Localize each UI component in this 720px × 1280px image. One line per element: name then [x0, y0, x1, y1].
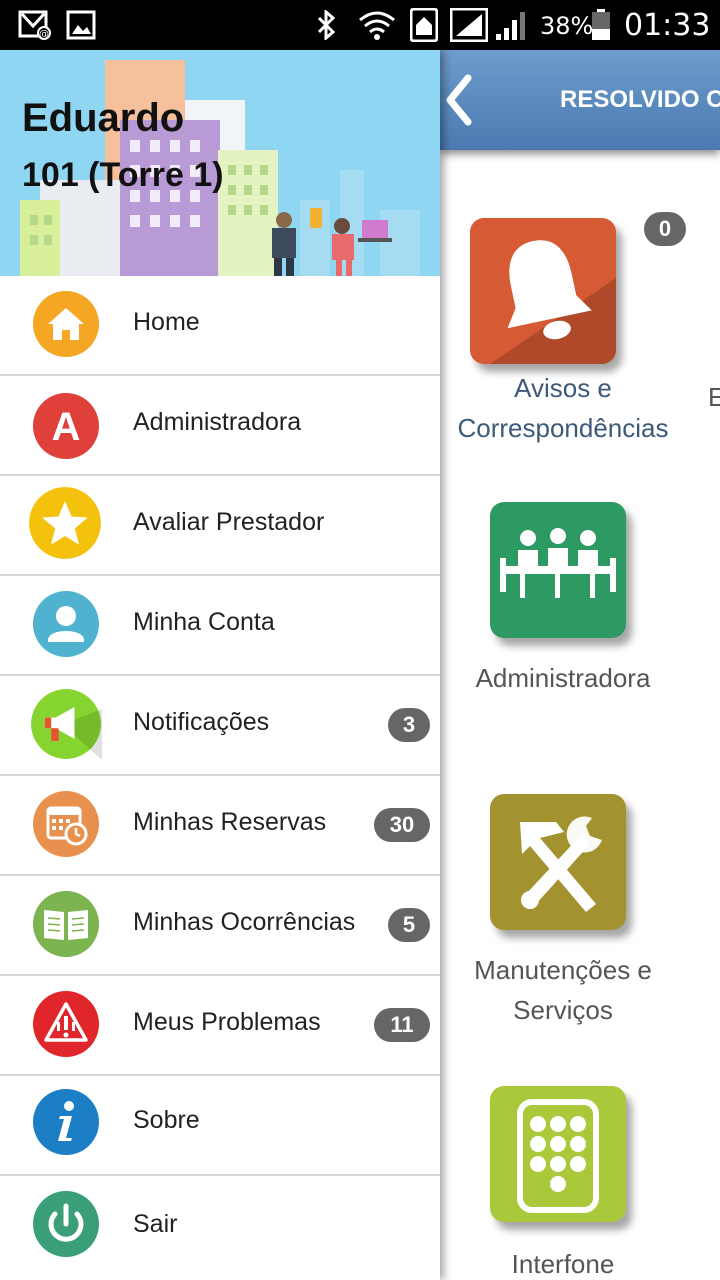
wifi-icon [359, 11, 395, 40]
tile-avisos[interactable]: 0 Avisos e Correspondências [440, 210, 686, 470]
tile-label: Administradora [440, 658, 686, 698]
svg-text:A: A [52, 405, 81, 449]
tile-label-line: Avisos e [514, 373, 612, 403]
menu-item-sobre[interactable]: Sobre [0, 1076, 440, 1176]
tools-icon [490, 794, 626, 930]
main-screen: RESOLVIDO C 0 Avisos e Correspondências … [440, 50, 720, 1280]
menu-item-label: Minhas Ocorrências [133, 908, 356, 936]
letter-a-icon: A [33, 393, 99, 459]
navigation-drawer: Eduardo 101 (Torre 1) Home A Administrad… [0, 50, 440, 1280]
book-icon [33, 891, 99, 957]
tile-label: Interfone [440, 1244, 686, 1280]
menu-item-avaliar-prestador[interactable]: Avaliar Prestador [0, 476, 440, 576]
bluetooth-icon [317, 10, 336, 40]
meeting-icon [490, 502, 626, 638]
menu-item-home[interactable]: Home [0, 276, 440, 376]
tile-label: Manutenções e Serviços [440, 950, 686, 1030]
tile-label-line: Interfone [511, 1249, 615, 1279]
menu-item-label: Sobre [133, 1106, 200, 1134]
home-icon [33, 291, 99, 357]
tile-interfone[interactable]: Interfone [440, 1086, 680, 1280]
status-bar: @ 38% 01:33 [0, 0, 720, 50]
menu-item-meus-problemas[interactable]: Meus Problemas 11 [0, 976, 440, 1076]
home-icon [410, 8, 438, 42]
page-title: RESOLVIDO C [560, 86, 720, 113]
drawer-header: Eduardo 101 (Torre 1) [0, 50, 440, 276]
power-icon [33, 1191, 99, 1257]
chevron-left-icon[interactable] [440, 72, 480, 128]
info-icon [33, 1089, 99, 1155]
partial-tile-label: E [708, 382, 720, 412]
tile-administradora[interactable]: Administradora [440, 502, 680, 722]
menu-item-minhas-ocorrencias[interactable]: Minhas Ocorrências 5 [0, 876, 440, 976]
svg-text:@: @ [39, 29, 49, 40]
menu-item-label: Administradora [133, 408, 302, 436]
notification-badge: 11 [374, 1008, 430, 1042]
menu-item-label: Notificações [133, 708, 270, 736]
battery-percent: 38% [540, 12, 594, 40]
notification-badge: 5 [388, 908, 430, 942]
menu-item-notificacoes[interactable]: Notificações 3 [0, 676, 440, 776]
clock: 01:33 [624, 8, 711, 43]
menu-item-minha-conta[interactable]: Minha Conta [0, 576, 440, 676]
megaphone-icon [31, 689, 102, 760]
signal-icon [496, 12, 525, 40]
menu-item-label: Minha Conta [133, 608, 275, 636]
tile-label: Avisos e Correspondências [440, 368, 686, 448]
tile-label-line: Administradora [475, 663, 651, 693]
notification-badge: 30 [374, 808, 430, 842]
signal-icon [450, 8, 488, 42]
calendar-icon [33, 791, 99, 857]
notification-badge: 0 [644, 212, 686, 246]
menu-item-sair[interactable]: Sair [0, 1176, 440, 1280]
user-name: Eduardo [22, 96, 185, 140]
user-icon [33, 591, 99, 657]
menu-item-administradora[interactable]: A Administradora [0, 376, 440, 476]
menu-item-minhas-reservas[interactable]: Minhas Reservas 30 [0, 776, 440, 876]
star-icon [29, 487, 101, 559]
tile-manutencoes[interactable]: Manutenções e Serviços [440, 794, 680, 1054]
tile-label-line: Manutenções e [474, 955, 652, 985]
warning-icon [33, 991, 99, 1057]
menu-item-label: Minhas Reservas [133, 808, 327, 836]
user-unit: 101 (Torre 1) [22, 156, 224, 194]
menu-item-label: Home [133, 308, 200, 336]
menu-item-label: Meus Problemas [133, 1008, 321, 1036]
menu-item-label: Sair [133, 1210, 178, 1238]
battery-icon [592, 9, 610, 40]
tile-label-line: Serviços [513, 995, 613, 1025]
tile-label-line: Correspondências [457, 413, 669, 443]
keypad-icon [490, 1086, 626, 1222]
app-bar: RESOLVIDO C [440, 50, 720, 150]
image-icon [66, 10, 96, 40]
notification-badge: 3 [388, 708, 430, 742]
menu-item-label: Avaliar Prestador [133, 508, 325, 536]
email-icon: @ [18, 10, 51, 40]
bell-icon [470, 218, 616, 364]
